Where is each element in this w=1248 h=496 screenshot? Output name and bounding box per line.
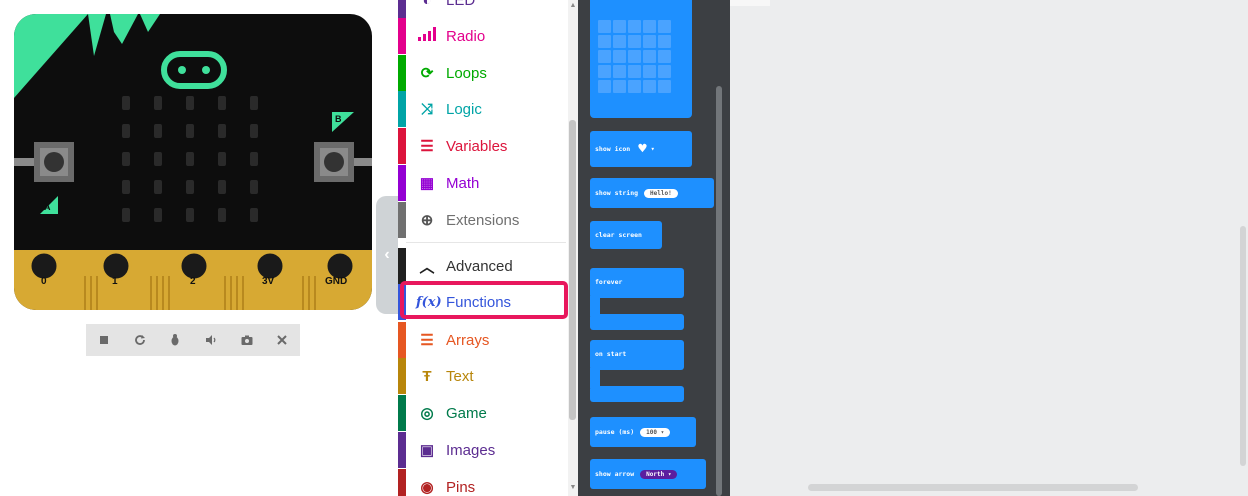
toolbox-item-label: Images [446, 441, 496, 459]
logic-icon: ⤨ [420, 100, 433, 118]
toolbox-item-label: Pins [446, 478, 476, 496]
extensions-icon: ⊕ [420, 212, 434, 229]
block-label: forever [595, 278, 623, 286]
toolbox-item-images[interactable]: ▣ Images [398, 432, 566, 468]
show-icon-block[interactable]: show icon ♥ ▾ [590, 131, 692, 167]
clear-screen-block[interactable]: clear screen [590, 221, 662, 249]
text-icon: Ŧ [422, 367, 432, 385]
simulator-panel: A B 0 1 2 3V GND [0, 0, 378, 496]
block-label: show arrow [595, 470, 635, 478]
functions-highlight-box [400, 281, 568, 319]
chevron-left-icon: ‹ [384, 246, 390, 263]
workspace-horizontal-scrollbar[interactable] [808, 484, 1138, 491]
block-label: on start [595, 350, 627, 358]
arrays-icon: ☰ [420, 332, 434, 349]
camera-icon [241, 335, 253, 345]
toolbox-item-label: Variables [446, 137, 508, 155]
pin-label-1: 1 [112, 276, 118, 287]
scroll-down-icon[interactable]: ▼ [568, 484, 578, 491]
variables-icon: ☰ [420, 138, 434, 155]
block-label: pause (ms) [595, 428, 635, 436]
pin-label-0: 0 [41, 276, 47, 287]
on-start-block[interactable]: on start [590, 340, 684, 370]
toolbox: ◐ LED Radio ⟳ Loops ⤨ Logic ☰ Variables … [398, 0, 578, 496]
toolbox-item-variables[interactable]: ☰ Variables [398, 128, 566, 164]
toolbox-item-label: LED [446, 0, 476, 9]
arrow-direction-dropdown[interactable]: North ▾ [640, 469, 678, 479]
toolbox-item-label: Extensions [446, 211, 520, 229]
stop-button[interactable] [86, 324, 122, 356]
simulator-toolbar [86, 324, 300, 356]
toolbox-item-label: Game [446, 404, 487, 422]
toolbox-item-arrays[interactable]: ☰ Arrays [398, 322, 566, 358]
block-label: clear screen [595, 231, 642, 239]
close-icon [277, 335, 287, 345]
led-grid-editor[interactable] [598, 20, 671, 93]
pause-block[interactable]: pause (ms) 100 ▾ [590, 417, 696, 447]
pause-value-field[interactable]: 100 ▾ [640, 427, 671, 437]
toolbox-item-label: Text [446, 367, 474, 385]
loops-icon: ⟳ [420, 65, 434, 82]
flyout-scrollbar[interactable] [716, 86, 722, 496]
toolbox-item-logic[interactable]: ⤨ Logic [398, 91, 566, 127]
toolbox-divider [406, 242, 566, 243]
images-icon: ▣ [419, 442, 435, 459]
toolbox-scrollbar-thumb[interactable] [569, 120, 576, 420]
chevron-up-icon: ︿ [419, 258, 435, 276]
pins-icon: ◉ [420, 479, 434, 496]
show-arrow-block[interactable]: show arrow North ▾ [590, 459, 706, 489]
microbit-board[interactable] [14, 14, 372, 310]
scroll-up-icon[interactable]: ▲ [568, 2, 578, 9]
workspace-vertical-scrollbar[interactable] [1240, 226, 1246, 466]
pin-label-3v: 3V [262, 276, 275, 287]
string-value-field[interactable]: Hello! [644, 188, 678, 198]
bug-icon [171, 334, 179, 346]
collapse-simulator-handle[interactable]: ‹ [376, 196, 398, 314]
speaker-icon [205, 335, 216, 345]
toolbox-item-label: Math [446, 174, 480, 192]
stop-icon [99, 336, 108, 344]
math-icon: ▦ [419, 175, 435, 192]
heart-icon: ♥ [638, 141, 647, 157]
toolbox-item-game[interactable]: ◎ Game [398, 395, 566, 431]
led-icon: ◐ [422, 0, 432, 9]
toolbox-item-extensions[interactable]: ⊕ Extensions [398, 202, 566, 238]
toolbox-item-label: Advanced [446, 257, 513, 275]
game-icon: ◎ [420, 405, 434, 422]
block-label: show icon [595, 145, 631, 153]
fullscreen-button[interactable] [264, 324, 300, 356]
restart-icon [134, 335, 145, 345]
toolbox-item-radio[interactable]: Radio [398, 18, 566, 54]
toolbox-item-label: Logic [446, 100, 482, 118]
toolbox-item-text[interactable]: Ŧ Text [398, 358, 566, 394]
radio-icon [416, 27, 438, 45]
pin-label-gnd: GND [325, 276, 348, 287]
show-string-block[interactable]: show string Hello! [590, 178, 714, 208]
debug-button[interactable] [157, 324, 193, 356]
toolbox-item-label: Radio [446, 27, 486, 45]
code-workspace[interactable] [730, 0, 1248, 496]
block-flyout: show icon ♥ ▾ show string Hello! clear s… [578, 0, 730, 496]
chevron-down-icon: ▾ [650, 145, 655, 153]
toolbox-item-led[interactable]: ◐ LED [398, 0, 566, 18]
pin-label-2: 2 [190, 276, 196, 287]
screenshot-button[interactable] [229, 324, 265, 356]
block-label: show string [595, 189, 639, 197]
toolbox-item-label: Arrays [446, 331, 490, 349]
toolbox-item-advanced[interactable]: ︿ Advanced [398, 248, 566, 284]
mute-button[interactable] [193, 324, 229, 356]
forever-block[interactable]: forever [590, 268, 684, 298]
button-a-label: A [44, 202, 51, 212]
toolbox-item-loops[interactable]: ⟳ Loops [398, 55, 566, 91]
button-b-label: B [335, 114, 342, 124]
toolbox-item-math[interactable]: ▦ Math [398, 165, 566, 201]
toolbox-item-label: Loops [446, 64, 487, 82]
restart-button[interactable] [122, 324, 158, 356]
toolbox-item-pins[interactable]: ◉ Pins [398, 469, 566, 496]
